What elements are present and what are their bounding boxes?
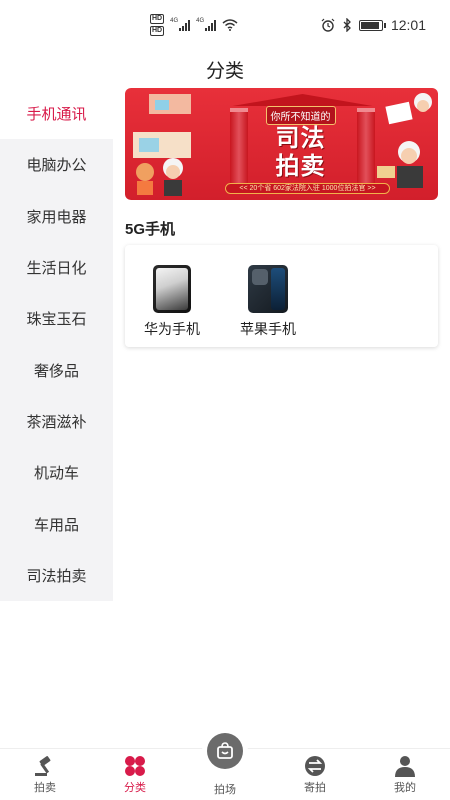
bag-icon <box>217 742 233 759</box>
sidebar-item-daily-goods[interactable]: 生活日化 <box>0 242 113 293</box>
product-card: 华为手机 苹果手机 <box>125 245 438 347</box>
status-bar: HD HD 4G 4G 12:01 <box>0 0 450 44</box>
section-title: 5G手机 <box>125 221 176 238</box>
sidebar-item-phones[interactable]: 手机通讯 <box>0 88 113 140</box>
tab-mine[interactable]: 我的 <box>360 755 450 795</box>
product-apple[interactable]: 苹果手机 <box>228 265 308 339</box>
banner-pillar <box>357 108 375 190</box>
auction-hall-button[interactable] <box>207 733 243 769</box>
product-huawei[interactable]: 华为手机 <box>132 265 212 339</box>
status-right: 12:01 <box>321 17 426 33</box>
sidebar-item-tea-wine[interactable]: 茶酒滋补 <box>0 396 113 447</box>
signal-icon <box>179 19 191 31</box>
clover-icon <box>125 756 145 776</box>
network-type: 4G <box>170 18 179 24</box>
banner-title: 你所不知道的 司法 拍卖 <box>243 106 358 181</box>
tab-auction[interactable]: 拍卖 <box>0 755 90 795</box>
banner-title-line1: 司法 <box>275 125 326 152</box>
tab-label: 分类 <box>124 782 146 794</box>
sidebar-item-judicial-auction[interactable]: 司法拍卖 <box>0 550 113 601</box>
banner-illustration-right <box>377 93 432 188</box>
sidebar-item-luxury[interactable]: 奢侈品 <box>0 344 113 395</box>
hd-badge: HD <box>150 14 165 24</box>
product-label: 苹果手机 <box>240 321 296 337</box>
huawei-phone-image <box>153 265 191 313</box>
sidebar-item-car-supplies[interactable]: 车用品 <box>0 498 113 549</box>
banner-roof-decoration <box>232 94 373 106</box>
banner-title-line2: 拍卖 <box>275 153 326 180</box>
banner-illustration-left <box>133 94 191 196</box>
tab-label: 拍卖 <box>34 782 56 794</box>
sidebar-item-appliances[interactable]: 家用电器 <box>0 191 113 242</box>
tab-consign[interactable]: 寄拍 <box>270 755 360 795</box>
apple-phone-image <box>248 265 288 313</box>
product-label: 华为手机 <box>144 321 200 337</box>
tab-label: 我的 <box>394 782 416 794</box>
hd-indicators: HD HD <box>150 14 165 36</box>
tab-label: 拍场 <box>214 784 236 796</box>
wifi-icon <box>222 19 238 31</box>
gavel-icon <box>35 756 51 776</box>
signal-icon <box>205 19 217 31</box>
banner-subtitle: 你所不知道的 <box>265 106 336 125</box>
banner-strip: << 20个省 602家法院入驻 1000位拍法官 >> <box>225 183 390 194</box>
category-sidebar: 手机通讯 电脑办公 家用电器 生活日化 珠宝玉石 奢侈品 茶酒滋补 机动车 车用… <box>0 88 113 601</box>
alarm-icon <box>321 18 335 32</box>
tab-category[interactable]: 分类 <box>90 755 180 795</box>
sidebar-item-vehicles[interactable]: 机动车 <box>0 447 113 498</box>
network-type: 4G <box>196 18 205 24</box>
battery-icon <box>358 19 386 31</box>
user-icon <box>395 756 415 777</box>
bluetooth-icon <box>343 18 351 32</box>
signal-1: 4G <box>170 18 191 31</box>
tab-auction-hall[interactable]: 拍场 <box>180 779 270 797</box>
sidebar-item-jewelry[interactable]: 珠宝玉石 <box>0 293 113 344</box>
status-left: HD HD 4G 4G <box>150 14 238 36</box>
page-title: 分类 <box>205 61 244 82</box>
clock: 12:01 <box>390 17 426 33</box>
tab-label: 寄拍 <box>304 782 326 794</box>
exchange-icon <box>305 756 325 776</box>
signal-2: 4G <box>196 18 217 31</box>
promo-banner[interactable]: 你所不知道的 司法 拍卖 << 20个省 602家法院入驻 1000位拍法官 >… <box>125 88 438 200</box>
hd-badge: HD <box>150 26 165 36</box>
sidebar-item-computers[interactable]: 电脑办公 <box>0 139 113 190</box>
